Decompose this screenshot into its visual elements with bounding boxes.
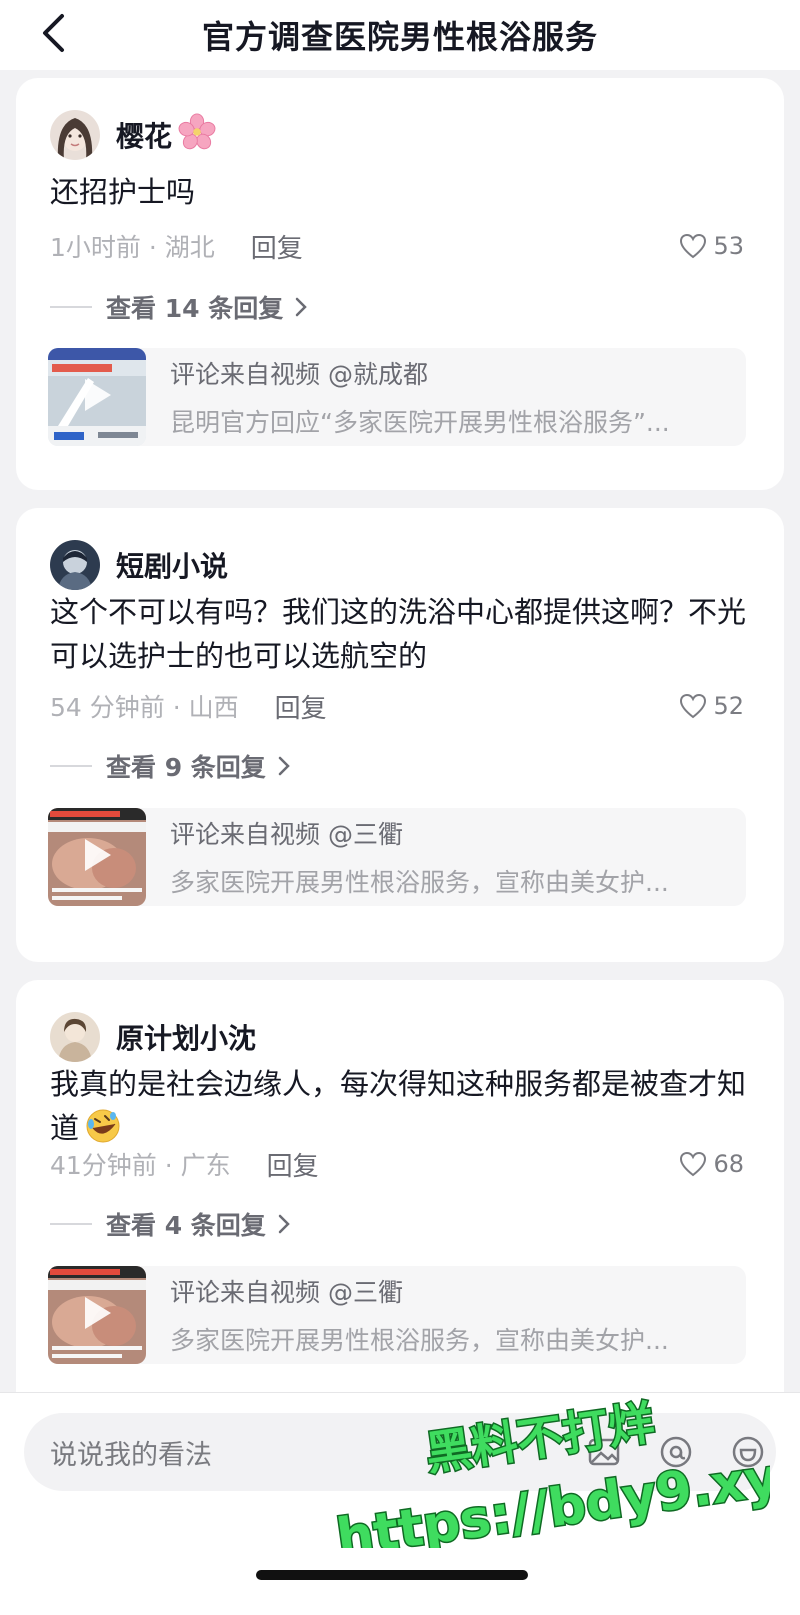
like-button[interactable]: 68	[679, 1150, 744, 1178]
video-description: 昆明官方回应“多家医院开展男性根浴服务”...	[170, 408, 670, 437]
video-description: 多家医院开展男性根浴服务，宣称由美女护...	[170, 1326, 669, 1355]
divider	[50, 1223, 92, 1225]
comment-username[interactable]: 原计划小沈	[116, 1017, 256, 1057]
comment-author-row: 樱花	[50, 110, 216, 160]
video-thumbnail	[48, 808, 146, 906]
comment-time-location: 1小时前 · 湖北	[50, 233, 215, 262]
comment-username[interactable]: 短剧小说	[116, 545, 228, 585]
page-title: 官方调查医院男性根浴服务	[201, 18, 598, 56]
chevron-right-icon	[278, 1214, 290, 1234]
view-replies-label: 查看 4 条回复	[106, 1211, 266, 1240]
image-icon[interactable]	[586, 1434, 622, 1470]
like-count: 68	[713, 1150, 744, 1178]
like-button[interactable]: 53	[679, 232, 744, 260]
heart-icon	[680, 233, 707, 259]
view-replies-label: 查看 9 条回复	[106, 753, 266, 782]
top-nav-bar: 官方调查医院男性根浴服务	[0, 0, 800, 70]
like-count: 53	[713, 232, 744, 260]
view-replies-button[interactable]: 查看 14 条回复	[50, 287, 307, 327]
username-text: 原计划小沈	[116, 1022, 257, 1055]
heart-icon	[680, 1151, 707, 1177]
video-source: 评论来自视频 @三衢	[170, 820, 403, 849]
avatar[interactable]	[50, 110, 100, 160]
comment-time-location: 54 分钟前 · 山西	[50, 693, 239, 722]
reply-button[interactable]: 回复	[251, 228, 303, 265]
reply-button[interactable]: 回复	[267, 1146, 319, 1183]
source-video-card[interactable]: 评论来自视频 @三衢 多家医院开展男性根浴服务，宣称由美女护...	[48, 1266, 746, 1364]
like-count: 52	[713, 692, 744, 720]
comment-input-bar: 说说我的看法	[0, 1392, 800, 1615]
emoji-icon[interactable]	[730, 1434, 766, 1470]
comment-text-body: 我真的是社会边缘人，每次得知这种服务都是被查才知道	[50, 1067, 747, 1145]
comment-username[interactable]: 樱花	[116, 112, 216, 158]
comment-author-row: 短剧小说	[50, 540, 228, 590]
comment-text: 我真的是社会边缘人，每次得知这种服务都是被查才知道	[50, 1062, 754, 1156]
comment-text: 还招护士吗	[50, 175, 196, 209]
view-replies-button[interactable]: 查看 9 条回复	[50, 746, 290, 786]
at-mention-icon[interactable]	[658, 1434, 694, 1470]
home-indicator	[256, 1570, 528, 1580]
video-source: 评论来自视频 @三衢	[170, 1278, 403, 1307]
play-icon	[79, 835, 115, 879]
comment-card: 原计划小沈 我真的是社会边缘人，每次得知这种服务都是被查才知道 41分钟前 · …	[16, 980, 784, 1420]
view-replies-button[interactable]: 查看 4 条回复	[50, 1204, 290, 1244]
input-actions	[586, 1413, 766, 1491]
comment-author-row: 原计划小沈	[50, 1012, 256, 1062]
comment-meta: 41分钟前 · 广东 回复 68	[50, 1144, 744, 1184]
comment-text: 这个不可以有吗？我们这的洗浴中心都提供这啊？不光可以选护士的也可以选航空的	[50, 595, 747, 673]
video-thumbnail	[48, 348, 146, 446]
reply-button[interactable]: 回复	[275, 688, 327, 725]
video-source: 评论来自视频 @就成都	[170, 360, 428, 389]
play-icon	[79, 375, 115, 419]
avatar[interactable]	[50, 1012, 100, 1062]
source-video-card[interactable]: 评论来自视频 @就成都 昆明官方回应“多家医院开展男性根浴服务”...	[48, 348, 746, 446]
cherry-blossom-icon	[178, 112, 216, 158]
divider	[50, 306, 92, 308]
comment-card: 短剧小说 这个不可以有吗？我们这的洗浴中心都提供这啊？不光可以选护士的也可以选航…	[16, 508, 784, 962]
play-icon	[79, 1293, 115, 1337]
username-text: 樱花	[116, 120, 173, 153]
chevron-right-icon	[278, 756, 290, 776]
view-replies-label: 查看 14 条回复	[106, 294, 284, 323]
avatar[interactable]	[50, 540, 100, 590]
video-thumbnail	[48, 1266, 146, 1364]
comment-meta: 1小时前 · 湖北 回复 53	[50, 226, 744, 266]
back-button[interactable]	[34, 8, 74, 58]
chevron-left-icon	[43, 14, 64, 52]
username-text: 短剧小说	[116, 550, 229, 583]
comment-card: 樱花 还招护士吗 1小时前 · 湖北 回复 53 查看 14 条回复 评论来自视…	[16, 78, 784, 490]
divider	[50, 765, 92, 767]
comment-meta: 54 分钟前 · 山西 回复 52	[50, 686, 744, 726]
video-description: 多家医院开展男性根浴服务，宣称由美女护...	[170, 868, 669, 897]
comment-time-location: 41分钟前 · 广东	[50, 1151, 231, 1180]
heart-icon	[680, 693, 707, 719]
chevron-right-icon	[295, 297, 307, 317]
like-button[interactable]: 52	[679, 692, 744, 720]
comment-input-placeholder: 说说我的看法	[50, 1439, 212, 1471]
source-video-card[interactable]: 评论来自视频 @三衢 多家医院开展男性根浴服务，宣称由美女护...	[48, 808, 746, 906]
